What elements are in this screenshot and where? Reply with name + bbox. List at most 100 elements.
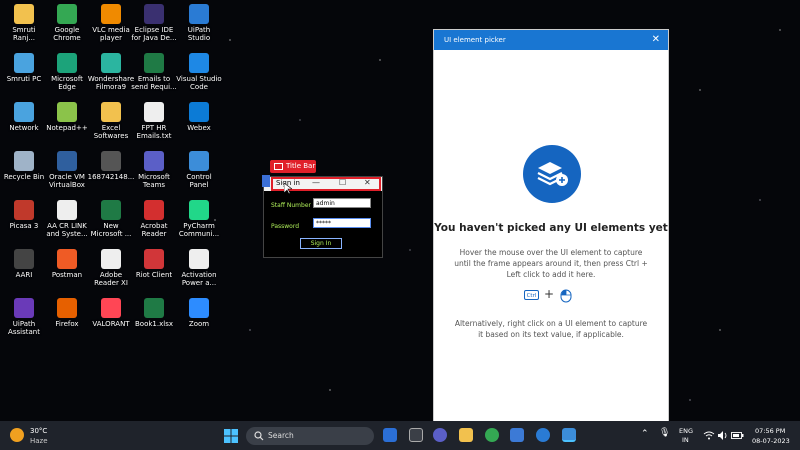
riot-icon <box>144 249 164 269</box>
desktop-icon[interactable]: Riot Client <box>130 249 178 279</box>
image-file-icon <box>101 151 121 171</box>
desktop[interactable]: Smruti Ranj... Google Chrome VLC media pla… <box>0 0 800 421</box>
show-hidden-icons-chevron-icon[interactable]: ⌃ <box>641 429 649 439</box>
desktop-icon[interactable]: Microsoft Teams <box>130 151 178 189</box>
picasa-icon <box>14 200 34 220</box>
picker-header: UI element picker ✕ <box>434 30 668 50</box>
chrome-taskbar-icon[interactable] <box>485 428 499 442</box>
desktop-icon-label: Excel Softwares <box>93 124 129 140</box>
language-region[interactable]: IN <box>682 436 689 444</box>
desktop-icon-label: PyCharm Communi... <box>178 222 220 238</box>
zoom-icon <box>189 298 209 318</box>
desktop-icon-label: Activation Power a... <box>181 271 217 287</box>
clock-time[interactable]: 07:56 PM <box>755 427 785 435</box>
taskbar-search-box[interactable]: Search <box>246 427 374 445</box>
desktop-icon[interactable]: Firefox <box>43 298 91 328</box>
desktop-icon-label: UiPath Assistant <box>8 320 40 336</box>
desktop-icon[interactable]: 168742148... <box>87 151 135 181</box>
acrobat-icon <box>144 200 164 220</box>
desktop-icon-label: Webex <box>187 124 211 132</box>
ctrl-key: Ctrl <box>524 290 539 300</box>
desktop-icon[interactable]: UiPath Studio <box>175 4 223 42</box>
desktop-icon-label: Zoom <box>188 320 210 328</box>
desktop-icon-label: Book1.xlsx <box>135 320 173 328</box>
active-app-icon[interactable] <box>562 428 576 442</box>
desktop-icon[interactable]: Smruti Ranj... <box>0 4 48 42</box>
taskbar: 30°C Haze Search ⌃ 🎙 ENG IN 07:56 PM 08-… <box>0 421 800 450</box>
weather-temperature: 30°C <box>30 427 48 435</box>
desktop-icon[interactable]: Notepad++ <box>43 102 91 132</box>
desktop-icon[interactable]: New Microsoft ... <box>87 200 135 238</box>
ui-element-picker-panel: UI element picker ✕ You haven't picked a… <box>433 29 669 421</box>
power-automate-icon[interactable] <box>510 428 524 442</box>
desktop-icon[interactable]: Wondershare Filmora9 <box>87 53 135 91</box>
desktop-icon[interactable]: Picasa 3 <box>0 200 48 230</box>
app-icon <box>262 175 270 187</box>
eclipse-icon <box>144 4 164 24</box>
highlight-tag: Title Bar <box>270 160 316 173</box>
firefox-icon <box>57 298 77 318</box>
text-file-icon <box>144 102 164 122</box>
media-player-icon[interactable] <box>433 428 447 442</box>
desktop-icon[interactable]: Webex <box>175 102 223 132</box>
desktop-icon[interactable]: AARI <box>0 249 48 279</box>
desktop-icon[interactable]: Adobe Reader XI <box>87 249 135 287</box>
desktop-icon[interactable]: VALORANT <box>87 298 135 328</box>
meet-app-icon[interactable] <box>383 428 397 442</box>
control-panel-icon <box>189 151 209 171</box>
sign-in-button[interactable]: Sign In <box>300 238 342 249</box>
desktop-icon[interactable]: FPT HR Emails.txt <box>130 102 178 140</box>
microphone-icon[interactable]: 🎙 <box>659 428 670 438</box>
desktop-icon-label: Recycle Bin <box>3 173 45 181</box>
text-file-icon <box>57 200 77 220</box>
desktop-icon[interactable]: Acrobat Reader <box>130 200 178 238</box>
desktop-icon[interactable]: Excel Softwares <box>87 102 135 140</box>
staff-number-input[interactable]: admin <box>313 198 371 208</box>
desktop-icon-label: Acrobat Reader <box>140 222 168 238</box>
desktop-icon[interactable]: Microsoft Edge <box>43 53 91 91</box>
excel-icon <box>144 53 164 73</box>
clock-date[interactable]: 08-07-2023 <box>752 437 790 445</box>
desktop-icon[interactable]: AA CR LINK and Syste... <box>43 200 91 238</box>
task-view-icon[interactable] <box>409 428 423 442</box>
search-placeholder: Search <box>268 431 294 440</box>
desktop-icon[interactable]: Postman <box>43 249 91 279</box>
desktop-icon-label: Microsoft Edge <box>51 75 83 91</box>
aari-icon <box>14 249 34 269</box>
file-explorer-icon[interactable] <box>459 428 473 442</box>
language-code[interactable]: ENG <box>679 427 693 435</box>
desktop-icon[interactable]: Zoom <box>175 298 223 328</box>
wifi-icon[interactable] <box>703 431 715 440</box>
notepad-icon <box>57 102 77 122</box>
desktop-icon[interactable]: Network <box>0 102 48 132</box>
windows-start-icon[interactable] <box>224 429 238 443</box>
desktop-icon[interactable]: Recycle Bin <box>0 151 48 181</box>
desktop-icon[interactable]: Eclipse IDE for Java De... <box>130 4 178 42</box>
desktop-icon[interactable]: Google Chrome <box>43 4 91 42</box>
network-icon <box>14 102 34 122</box>
desktop-icon[interactable]: Control Panel <box>175 151 223 189</box>
virtualbox-icon <box>57 151 77 171</box>
desktop-icon-label: FPT HR Emails.txt <box>136 124 172 140</box>
desktop-icon[interactable]: Visual Studio Code <box>175 53 223 91</box>
uipath-taskbar-icon[interactable] <box>536 428 550 442</box>
pycharm-icon <box>189 200 209 220</box>
plus-icon: + <box>544 287 555 301</box>
password-input[interactable]: ***** <box>313 218 371 228</box>
desktop-icon[interactable]: VLC media player <box>87 4 135 42</box>
volume-icon[interactable] <box>718 431 728 440</box>
desktop-icon[interactable]: Oracle VM VirtualBox <box>43 151 91 189</box>
picker-close-icon[interactable]: ✕ <box>652 30 660 50</box>
desktop-icon[interactable]: UiPath Assistant <box>0 298 48 336</box>
desktop-icon[interactable]: Activation Power a... <box>175 249 223 287</box>
desktop-icon-label: Smruti Ranj... <box>12 26 36 42</box>
password-label: Password <box>271 223 300 230</box>
desktop-icon[interactable]: Book1.xlsx <box>130 298 178 328</box>
pc-icon <box>14 53 34 73</box>
text-file-icon <box>101 249 121 269</box>
desktop-icon[interactable]: PyCharm Communi... <box>175 200 223 238</box>
desktop-icon[interactable]: Smruti PC <box>0 53 48 83</box>
window-icon <box>274 162 283 170</box>
battery-icon[interactable] <box>731 432 744 439</box>
desktop-icon[interactable]: Emails to send Requi... <box>130 53 178 91</box>
